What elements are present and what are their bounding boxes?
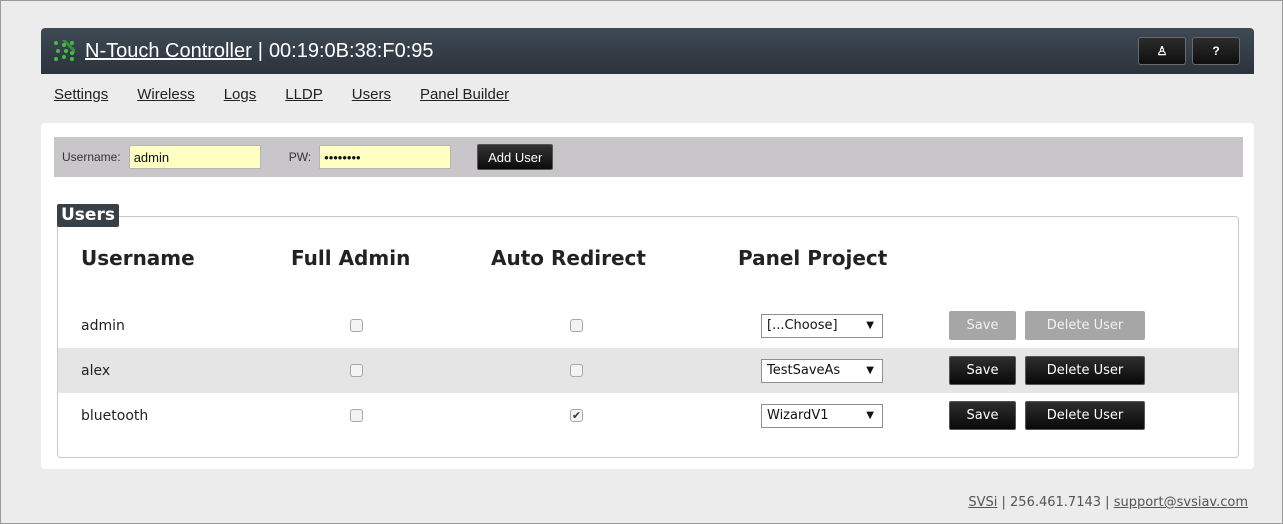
delete-user-button[interactable]: Delete User (1025, 401, 1145, 430)
save-button[interactable]: Save (949, 311, 1016, 340)
delete-user-button[interactable]: Delete User (1025, 311, 1145, 340)
username-label: Username: (62, 150, 121, 164)
nav-wireless[interactable]: Wireless (137, 86, 195, 103)
col-username: Username (81, 246, 195, 270)
footer-sep-2: | (1105, 495, 1110, 510)
panel-project-select[interactable]: WizardV1 ▼ (761, 403, 883, 428)
footer-brand-link[interactable]: SVSi (968, 495, 997, 510)
save-cell: Save (949, 348, 1016, 393)
panel-project-select[interactable]: TestSaveAs ▼ (761, 358, 883, 383)
username-cell: admin (81, 317, 125, 334)
table-row: bluetooth ✔ WizardV1 ▼ Save Delete User (58, 393, 1238, 438)
dropdown-arrow-icon: ▼ (866, 410, 874, 421)
auto-redirect-cell (570, 348, 583, 393)
svsi-logo-icon (54, 40, 75, 61)
mac-address: 00:19:0B:38:F0:95 (268, 39, 434, 62)
main-nav: Settings Wireless Logs LLDP Users Panel … (54, 86, 538, 103)
title-separator: | (257, 39, 263, 62)
save-button[interactable]: Save (949, 401, 1016, 430)
full-admin-checkbox[interactable] (350, 409, 363, 422)
user-icon: ♙ (1156, 44, 1168, 58)
footer-email-link[interactable]: support@svsiav.com (1114, 495, 1248, 510)
panel-project-cell: TestSaveAs ▼ (761, 348, 883, 393)
password-label: PW: (288, 150, 312, 164)
username-input[interactable] (128, 145, 261, 169)
table-row: admin [...Choose] ▼ Save Delete User (58, 303, 1238, 348)
panel-project-cell: [...Choose] ▼ (761, 303, 883, 348)
col-full-admin: Full Admin (291, 246, 411, 270)
auto-redirect-cell (570, 303, 583, 348)
footer: SVSi | 256.461.7143 | support@svsiav.com (968, 495, 1248, 510)
full-admin-checkbox[interactable] (350, 364, 363, 377)
col-panel-project: Panel Project (738, 246, 888, 270)
save-button[interactable]: Save (949, 356, 1016, 385)
password-input[interactable] (319, 145, 452, 169)
nav-lldp[interactable]: LLDP (285, 86, 323, 103)
delete-cell: Delete User (1025, 303, 1145, 348)
panel-project-value: [...Choose] (767, 318, 838, 333)
user-account-button[interactable]: ♙ (1138, 37, 1186, 65)
app-title-link[interactable]: N-Touch Controller (85, 40, 252, 63)
auto-redirect-checkbox[interactable] (570, 364, 583, 377)
help-button[interactable]: ? (1192, 37, 1240, 65)
nav-users[interactable]: Users (352, 86, 391, 103)
table-row: alex TestSaveAs ▼ Save Delete User (58, 348, 1238, 393)
dropdown-arrow-icon: ▼ (866, 365, 874, 376)
full-admin-checkbox[interactable] (350, 319, 363, 332)
panel-project-value: TestSaveAs (767, 363, 841, 378)
footer-sep-1: | (1001, 495, 1006, 510)
panel-project-select[interactable]: [...Choose] ▼ (761, 313, 883, 338)
dropdown-arrow-icon: ▼ (866, 320, 874, 331)
nav-logs[interactable]: Logs (224, 86, 257, 103)
header-bar: N-Touch Controller | 00:19:0B:38:F0:95 ♙… (41, 28, 1254, 74)
full-admin-cell (350, 348, 363, 393)
help-icon: ? (1212, 44, 1220, 58)
col-auto-redirect: Auto Redirect (491, 246, 646, 270)
users-legend: Users (57, 204, 119, 227)
auto-redirect-checkbox[interactable]: ✔ (570, 409, 583, 422)
auto-redirect-checkbox[interactable] (570, 319, 583, 332)
save-cell: Save (949, 393, 1016, 438)
add-user-bar: Username: PW: Add User (54, 137, 1243, 177)
delete-cell: Delete User (1025, 393, 1145, 438)
panel-project-cell: WizardV1 ▼ (761, 393, 883, 438)
page: N-Touch Controller | 00:19:0B:38:F0:95 ♙… (0, 0, 1283, 524)
username-cell: alex (81, 362, 111, 379)
full-admin-cell (350, 303, 363, 348)
footer-phone: 256.461.7143 (1010, 495, 1102, 510)
delete-user-button[interactable]: Delete User (1025, 356, 1145, 385)
username-cell: bluetooth (81, 407, 149, 424)
full-admin-cell (350, 393, 363, 438)
main-panel: Username: PW: Add User Users Username Fu… (41, 123, 1254, 469)
panel-project-value: WizardV1 (767, 408, 829, 423)
nav-settings[interactable]: Settings (54, 86, 108, 103)
auto-redirect-cell: ✔ (570, 393, 583, 438)
nav-panel-builder[interactable]: Panel Builder (420, 86, 509, 103)
add-user-button[interactable]: Add User (477, 144, 554, 170)
save-cell: Save (949, 303, 1016, 348)
delete-cell: Delete User (1025, 348, 1145, 393)
